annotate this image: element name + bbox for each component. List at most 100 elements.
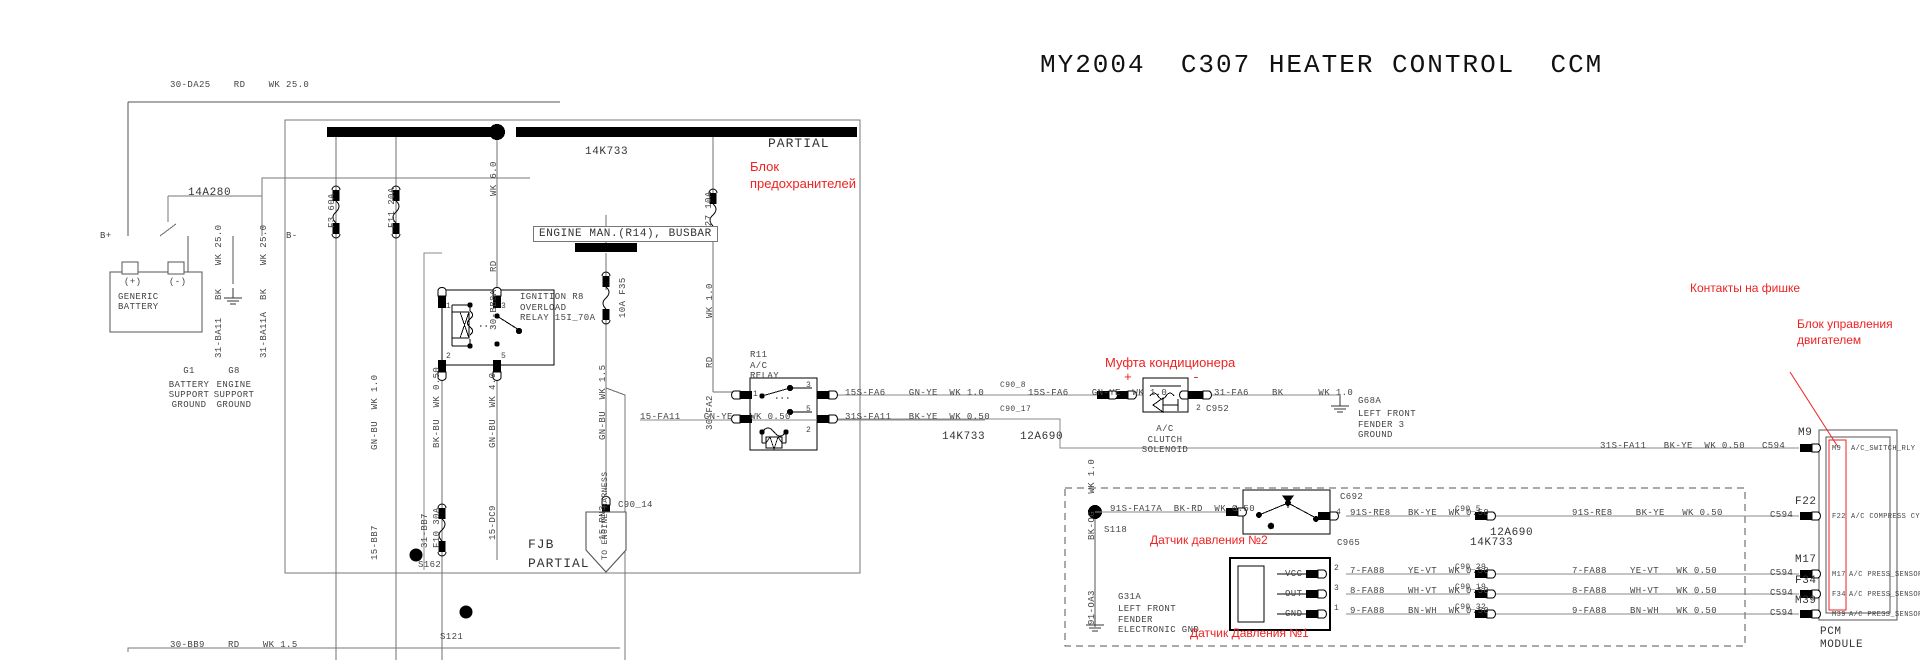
connector-c952: C952 [1206,404,1230,414]
connector-c90-5: C90_5 [1455,505,1482,514]
sensor-pinno-1: 1 [1334,604,1340,613]
pcm-outside-pin-f22: F22 [1795,496,1817,508]
connector-c90-14: C90_14 [618,500,653,510]
wire-label-31sfa11: 31S-FA11 BK-YE WK 0.50 [845,412,991,422]
wire-label-gnbu10: GN-BU WK 1.0 [370,374,380,450]
ground-id-g1: G1 [183,366,195,376]
pcm-pin-id-f22: F22 [1832,513,1846,521]
wire-label-15fa11: 15-FA11 GN-YE WK 0.50 [640,412,791,422]
relay-r11-pin-5: 5 [806,405,812,414]
connector-c90-17: C90_17 [1000,405,1032,414]
annotation-ecu-block: Блок управления двигателем [1797,317,1893,347]
annotation-fuse-block: Блок предохранителей [750,159,856,191]
wire-label-31fa6: 31-FA6 BK WK 1.0 [1214,388,1354,398]
ground-desc-g31a: LEFT FRONT FENDER ELECTRONIC GND [1118,604,1200,635]
wire-label-91sre8-b: 91S-RE8 BK-YE WK 0.50 [1572,508,1723,518]
relay-r11-pin-1: 1 [753,390,759,399]
battery-negative-terminal-label: B- [286,231,298,241]
wire-label-15bb7: 15-BB7 [370,525,380,560]
pcm-outside-pin-f34: F34 [1795,575,1817,587]
clutch-pin-2: 2 [1196,404,1202,413]
switch-pin-1: 1 [1234,505,1240,514]
battery-pos-mark: (+) [124,277,142,287]
relay-r8-pin-2: 2 [446,352,452,361]
wire-label-bkog10: BK-OG WK 1.0 [1087,458,1097,540]
pcm-pin-signal-m39: A/C PRESS_SENSOR_GND [1849,611,1920,619]
annotation-connector-pins: Контакты на фишке [1690,281,1801,295]
fjb-label: FJB PARTIAL [528,537,590,571]
wire-label-supply: 30-DA25 RD WK 25.0 [170,80,310,90]
sensor-pin-out: OUT [1285,589,1303,599]
fuse-label-f3: F3 60A [327,193,337,228]
clutch-minus-sign: - [1192,370,1201,385]
diagram-vector-layer [109,101,1898,660]
connector-c594-d: C594 [1770,588,1794,598]
wire-label-31sfa11-pcm: 31S-FA11 BK-YE WK 0.50 [1600,441,1746,451]
connector-c90-8: C90_8 [1000,381,1027,390]
connector-c90-29: C90_29 [1455,563,1487,572]
harness-label-12a690-b: 12A690 [1490,527,1534,539]
relay-r8-pin-5: 5 [501,352,507,361]
connector-c965: C965 [1337,538,1361,548]
relay-r11-pin-3: 3 [806,381,812,390]
relay-r8-pin-3: 3 [501,302,507,311]
fuse-label-f35: 10A F35 [618,277,628,318]
wire-label-91oa3: 91-OA3 [1087,590,1097,625]
wire-label-rd-bb8a: RD [489,260,499,272]
wire-label-wk10-fa2: WK 1.0 [705,283,715,318]
annotation-pressure-sensor-2: Датчик давления №2 [1150,533,1268,547]
pcm-module-label: PCM MODULE [1820,626,1864,651]
wire-label-31ba11a: 31-BA11A BK WK 25.0 [259,224,269,358]
pcm-pin-id-m17: M17 [1832,571,1846,579]
page-title: MY2004 C307 HEATER CONTROL CCM [1040,50,1604,80]
switch-pin-4: 4 [1336,508,1342,517]
wire-label-15dc9: 15-DC9 [488,505,498,540]
pcm-pin-signal-f22: A/C COMPRESS CYC [1851,513,1920,521]
wire-label-gnbu40: GN-BU WK 4.0 [488,372,498,448]
splice-s162: S162 [418,560,442,570]
wire-label-15sfa6-a: 15S-FA6 GN-YE WK 1.0 [845,388,985,398]
harness-tag-note: TO ENGINE HARNESS [601,471,610,560]
relay-r8-label: IGNITION R8 OVERLOAD RELAY 15I_70A [520,292,596,323]
wire-label-9fa88-b: 9-FA88 BN-WH WK 0.50 [1572,606,1718,616]
pcm-pin-id-m39: M39 [1832,611,1846,619]
connector-c692: C692 [1340,492,1364,502]
pcm-pin-signal-m17: A/C PRESS_SENSOR_SUP [1849,571,1920,579]
relay-r8-pin-1: 1 [446,302,452,311]
connector-c90-32: C90_32 [1455,603,1487,612]
annotation-pressure-sensor-1: Датчик Давления №1 [1190,626,1309,640]
pcm-outside-pin-m9: M9 [1798,427,1813,439]
wire-label-30bb9: 30-BB9 RD WK 1.5 [170,640,298,650]
harness-label-14k733-b: 14K733 [942,431,986,443]
fuse-label-f11: F11 20A [387,187,397,228]
battery-neg-mark: (-) [169,277,187,287]
ground-desc-g68a: LEFT FRONT FENDER 3 GROUND [1358,409,1417,440]
ground-id-g31a: G31A [1118,592,1142,602]
pcm-pin-id-f34: F34 [1832,591,1846,599]
wiring-diagram-canvas: MY2004 C307 HEATER CONTROL CCM 30-DA25 R… [0,0,1920,664]
connector-c90-19: C90_19 [1455,583,1487,592]
harness-label-14a280: 14A280 [188,187,232,199]
wire-label-15sfa6-b: 15S-FA6 GN-YE WK 1.0 [1028,388,1168,398]
pcm-outside-pin-m39: M39 [1795,595,1817,607]
pcm-outside-pin-m17: M17 [1795,554,1817,566]
relay-r11-pin-2: 2 [806,426,812,435]
pcm-pin-signal-m9: A/C_SWITCH_RLY [1851,445,1916,453]
sensor-pinno-3: 3 [1334,584,1340,593]
annotation-ac-clutch: Муфта кондиционера [1105,355,1236,370]
fuse-label-f10: F10 30A [432,507,442,548]
connector-c594-b: C594 [1770,510,1794,520]
wire-label-7fa88-b: 7-FA88 YE-VT WK 0.50 [1572,566,1718,576]
sensor-pin-vcc: VCC [1285,569,1303,579]
sensor-pinno-2: 2 [1334,564,1340,573]
relay-r11-label: R11 A/C RELAY [750,350,780,381]
sensor-pin-gnd: GND [1285,609,1303,619]
wire-label-wk60: WK 6.0 [489,161,499,196]
connector-c594-e: C594 [1770,608,1794,618]
wire-label-31ba11: 31-BA11 BK WK 25.0 [214,224,224,358]
connector-c594-a: C594 [1762,441,1786,451]
wire-label-gnbu15: GN-BU WK 1.5 [598,364,608,440]
clutch-plus-sign: + [1124,370,1133,385]
wire-label-30bb8a: 30-BB8A [489,289,499,330]
busbar-note: ENGINE MAN.(R14), BUSBAR [533,226,718,242]
